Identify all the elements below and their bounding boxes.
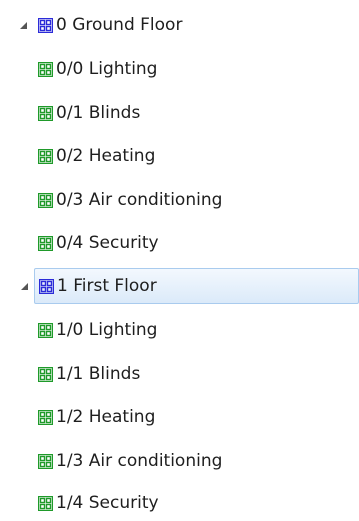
tree-node-label: 1/4 Security (56, 492, 159, 513)
group-grid-icon (38, 61, 53, 77)
tree-node-lighting[interactable]: 0/0 Lighting (38, 51, 278, 87)
tree-node-label: 0/0 Lighting (56, 58, 158, 79)
group-grid-icon (38, 17, 53, 33)
tree-node-label: 1 First Floor (57, 275, 157, 296)
group-grid-icon (38, 453, 53, 469)
group-grid-icon (38, 322, 53, 338)
tree-node-first-floor[interactable]: 1 First Floor (20, 268, 359, 304)
group-grid-icon (38, 235, 53, 251)
tree-node-security[interactable]: 1/4 Security (38, 485, 278, 521)
tree-node-lighting[interactable]: 1/0 Lighting (38, 312, 278, 348)
expanded-triangle-icon[interactable] (18, 7, 28, 43)
tree-node-blinds[interactable]: 1/1 Blinds (38, 356, 278, 392)
group-grid-icon (38, 366, 53, 382)
tree-node-air-conditioning[interactable]: 1/3 Air conditioning (38, 443, 318, 479)
tree-node-air-conditioning[interactable]: 0/3 Air conditioning (38, 182, 318, 218)
tree-node-blinds[interactable]: 0/1 Blinds (38, 95, 278, 131)
tree-node-heating[interactable]: 0/2 Heating (38, 138, 278, 174)
tree-node-label: 0 Ground Floor (56, 14, 183, 35)
tree-node-label: 1/0 Lighting (56, 319, 158, 340)
group-grid-icon (38, 409, 53, 425)
tree-node-label: 1/1 Blinds (56, 363, 141, 384)
expanded-triangle-icon[interactable] (19, 268, 29, 304)
tree-node-label: 0/1 Blinds (56, 102, 141, 123)
group-grid-icon (39, 278, 54, 294)
group-grid-icon (38, 192, 53, 208)
tree-node-label: 0/4 Security (56, 232, 159, 253)
tree-node-label: 1/2 Heating (56, 406, 156, 427)
tree-node-security[interactable]: 0/4 Security (38, 225, 278, 261)
group-grid-icon (38, 105, 53, 121)
tree-node-label: 0/3 Air conditioning (56, 189, 223, 210)
tree-node-heating[interactable]: 1/2 Heating (38, 399, 278, 435)
group-grid-icon (38, 495, 53, 511)
tree-node-label: 1/3 Air conditioning (56, 450, 223, 471)
tree-node-label: 0/2 Heating (56, 145, 156, 166)
tree-node-ground-floor[interactable]: 0 Ground Floor (19, 7, 278, 43)
group-grid-icon (38, 148, 53, 164)
